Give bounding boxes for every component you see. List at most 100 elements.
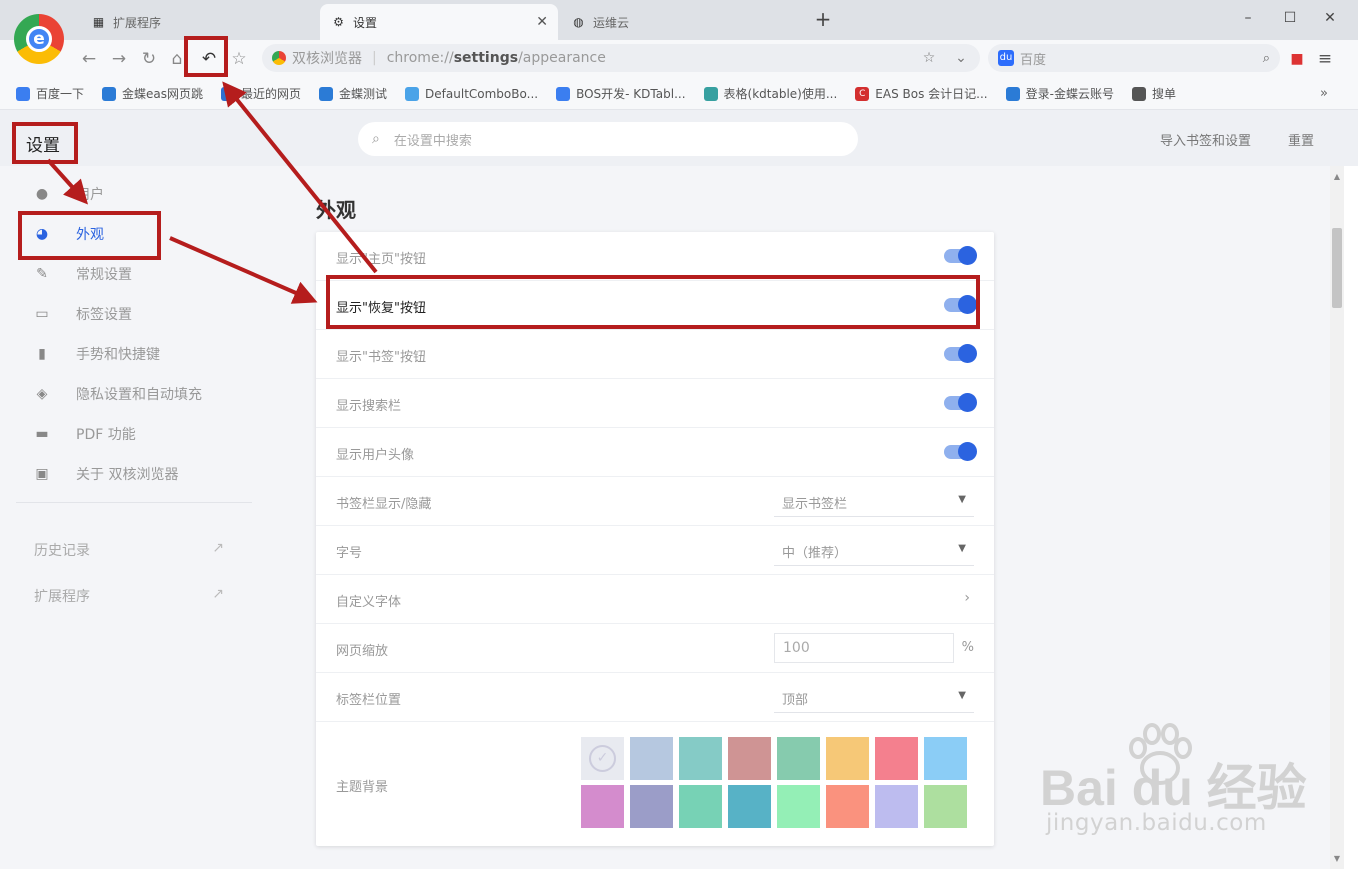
menu-icon[interactable]: ≡ [1314,48,1336,70]
bookmark-icon [319,86,334,101]
setting-label: 自定义字体 [336,595,402,610]
bookmark-item[interactable]: BOS开发- KDTabl... [556,85,686,102]
sidebar-item-user[interactable]: ● 用户 [0,174,252,214]
annotation-box-restore-button [184,36,228,77]
scrollbar-thumb[interactable] [1332,228,1342,308]
settings-search-input[interactable]: ⌕ 在设置中搜索 [358,122,858,156]
bookmark-icon: C [855,86,870,101]
avatar-toggle[interactable] [944,442,977,461]
tab-settings[interactable]: ⚙ 设置 ✕ [320,4,558,40]
history-link[interactable]: 历史记录 ↗ [34,540,224,560]
theme-swatch[interactable] [679,785,722,828]
setting-row-search-bar: 显示搜索栏 [316,379,994,428]
annotation-box-restore-toggle [326,275,980,329]
bookmark-item[interactable]: 百度一下 [16,85,84,102]
bookmark-button-toggle[interactable] [944,344,977,363]
theme-swatch[interactable] [630,737,673,780]
tab-extensions[interactable]: ▦ 扩展程序 [80,4,316,40]
theme-swatch[interactable] [924,785,967,828]
bookmarks-bar: 百度一下 金蝶eas网页跳 最近的网页 金蝶测试 DefaultComboBo.… [0,78,1358,110]
theme-swatch[interactable] [875,785,918,828]
theme-swatch[interactable] [924,737,967,780]
reset-link[interactable]: 重置 [1288,130,1314,149]
close-icon[interactable]: ✕ [536,14,548,30]
tab-label: 扩展程序 [113,15,162,30]
bookmark-item[interactable]: 金蝶测试 [319,85,387,102]
grid-icon: ▦ [92,14,105,29]
scroll-down-icon[interactable]: ▼ [1332,854,1342,863]
chevron-down-icon[interactable]: ⌄ [952,44,970,72]
bookmark-icon [16,86,30,101]
import-bookmarks-link[interactable]: 导入书签和设置 [1160,130,1251,149]
theme-swatch[interactable] [875,737,918,780]
bookmark-item[interactable]: 登录-金蝶云账号 [1005,85,1114,102]
setting-row-bookmark-button: 显示"书签"按钮 [316,330,994,379]
new-tab-button[interactable]: + [812,8,834,30]
search-icon[interactable]: ⌕ [1263,51,1270,66]
search-bar-toggle[interactable] [944,393,977,412]
chevron-right-icon: › [964,590,970,606]
theme-swatch[interactable] [728,785,771,828]
setting-label: 显示搜索栏 [336,399,402,414]
sidebar-item-about[interactable]: ▣ 关于 双核浏览器 [0,454,252,494]
bookmark-icon [102,86,117,101]
theme-label: 主题背景 [336,780,389,795]
setting-row-bookmark-bar: 书签栏显示/隐藏 显示书签栏 ▼ [316,477,994,526]
tab-position-select[interactable]: 顶部 ▼ [774,681,974,713]
sidebar-item-tabs[interactable]: ▭ 标签设置 [0,294,252,334]
theme-swatch-selected[interactable]: ✓ [581,737,624,780]
theme-swatch[interactable] [777,785,820,828]
maximize-icon[interactable]: ☐ [1280,8,1300,28]
theme-swatch[interactable] [826,737,869,780]
back-icon[interactable]: ← [78,48,100,70]
search-bar[interactable]: du 百度 ⌕ [988,44,1280,72]
home-button-toggle[interactable] [944,246,977,265]
theme-swatch[interactable] [728,737,771,780]
external-link-icon: ↗ [212,540,224,556]
chevron-down-icon: ▼ [958,543,966,554]
tab-yunweiyun[interactable]: ◍ 运维云 [560,4,800,40]
sidebar-item-privacy[interactable]: ◈ 隐私设置和自动填充 [0,374,252,414]
reload-icon[interactable]: ↻ [138,48,160,70]
browser-logo: e [14,14,64,64]
minimize-icon[interactable]: – [1238,8,1258,28]
theme-swatch[interactable] [826,785,869,828]
sidebar-item-gestures[interactable]: ▮ 手势和快捷键 [0,334,252,374]
extension-icon[interactable]: ■ [1286,48,1308,70]
address-bar[interactable]: 双核浏览器 | chrome://settings/appearance ☆ ⌄ [262,44,980,72]
section-title: 外观 [316,198,356,222]
bookmark-bar-select[interactable]: 显示书签栏 ▼ [774,485,974,517]
theme-swatch[interactable] [777,737,820,780]
theme-swatch[interactable] [581,785,624,828]
scroll-up-icon[interactable]: ▲ [1332,172,1342,181]
setting-label: 字号 [336,546,363,561]
sidebar-item-general[interactable]: ✎ 常规设置 [0,254,252,294]
wrench-icon: ✎ [36,266,48,282]
bookmarks-overflow-icon[interactable]: » [1320,86,1328,101]
setting-row-custom-font[interactable]: 自定义字体 › [316,575,994,624]
bookmark-item[interactable]: C EAS Bos 会计日记... [855,85,988,102]
sidebar-item-pdf[interactable]: ▬ PDF 功能 [0,414,252,454]
chevron-down-icon: ▼ [958,690,966,701]
star-icon[interactable]: ☆ [228,48,250,70]
tab-icon: ▭ [35,306,49,322]
zoom-unit: % [961,640,974,655]
bookmark-item[interactable]: DefaultComboBo... [405,86,538,101]
setting-row-home-button: 显示"主页"按钮 [316,232,994,281]
bookmark-icon [556,86,571,101]
mouse-icon: ▮ [38,346,46,362]
setting-row-avatar: 显示用户头像 [316,428,994,477]
address-site: 双核浏览器 [292,51,362,67]
zoom-input[interactable]: 100 [774,633,954,663]
font-size-select[interactable]: 中（推荐） ▼ [774,534,974,566]
forward-icon[interactable]: → [108,48,130,70]
theme-swatch[interactable] [630,785,673,828]
bookmark-item[interactable]: 搜单 [1131,85,1176,102]
theme-swatch[interactable] [679,737,722,780]
bookmark-item[interactable]: 表格(kdtable)使用... [703,85,837,102]
bookmark-item[interactable]: 金蝶eas网页跳 [102,85,203,102]
window-close-icon[interactable]: ✕ [1320,8,1340,28]
extensions-link[interactable]: 扩展程序 ↗ [34,586,224,606]
bookmark-star-icon[interactable]: ☆ [920,44,938,72]
bookmark-item[interactable]: 最近的网页 [221,85,301,102]
